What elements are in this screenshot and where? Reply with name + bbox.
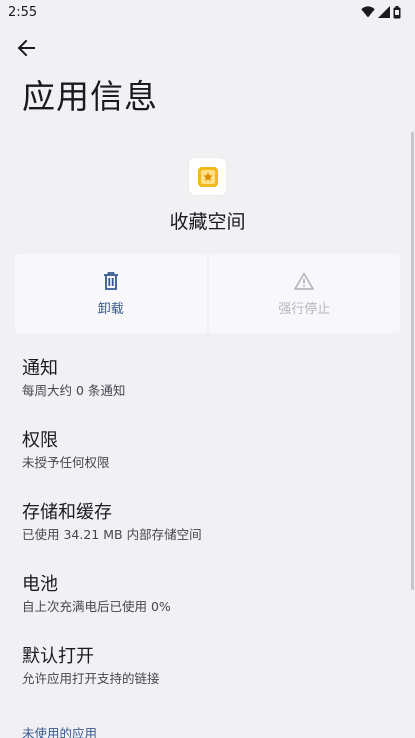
setting-summary: 自上次充满电后已使用 0% [22,599,171,614]
settings-list: 通知 每周大约 0 条通知 权限 未授予任何权限 存储和缓存 已使用 34.21… [0,340,408,700]
signal-icon [378,6,390,18]
permissions-item[interactable]: 权限 未授予任何权限 [0,412,408,484]
battery-item[interactable]: 电池 自上次充满电后已使用 0% [0,556,408,628]
force-stop-button[interactable]: 强行停止 [208,254,400,333]
app-logo-icon [197,166,218,187]
scrollbar[interactable] [411,132,414,590]
trash-icon [103,270,119,292]
back-button[interactable] [10,32,42,64]
uninstall-button[interactable]: 卸载 [15,254,207,333]
setting-summary: 每周大约 0 条通知 [22,383,126,398]
unused-apps-header: 未使用的应用 [22,726,98,738]
setting-title: 默认打开 [22,646,94,667]
open-by-default-item[interactable]: 默认打开 允许应用打开支持的链接 [0,628,408,700]
app-icon [189,158,226,195]
page-title: 应用信息 [22,77,158,116]
warning-icon [294,270,315,292]
notifications-item[interactable]: 通知 每周大约 0 条通知 [0,340,408,412]
status-icons [361,5,401,19]
app-actions: 卸载 强行停止 [15,254,400,333]
setting-title: 通知 [22,358,58,379]
status-time: 2:55 [8,4,38,20]
setting-summary: 已使用 34.21 MB 内部存储空间 [22,527,202,542]
arrow-back-icon [17,39,35,57]
setting-summary: 未授予任何权限 [22,455,110,470]
setting-summary: 允许应用打开支持的链接 [22,671,160,686]
status-bar: 2:55 [0,0,415,24]
uninstall-label: 卸载 [97,302,124,317]
force-stop-label: 强行停止 [278,302,331,317]
app-name: 收藏空间 [169,211,246,233]
storage-item[interactable]: 存储和缓存 已使用 34.21 MB 内部存储空间 [0,484,408,556]
wifi-icon [361,6,375,18]
setting-title: 权限 [22,430,58,451]
setting-title: 电池 [22,574,58,595]
setting-title: 存储和缓存 [22,502,112,523]
battery-icon [393,5,401,18]
